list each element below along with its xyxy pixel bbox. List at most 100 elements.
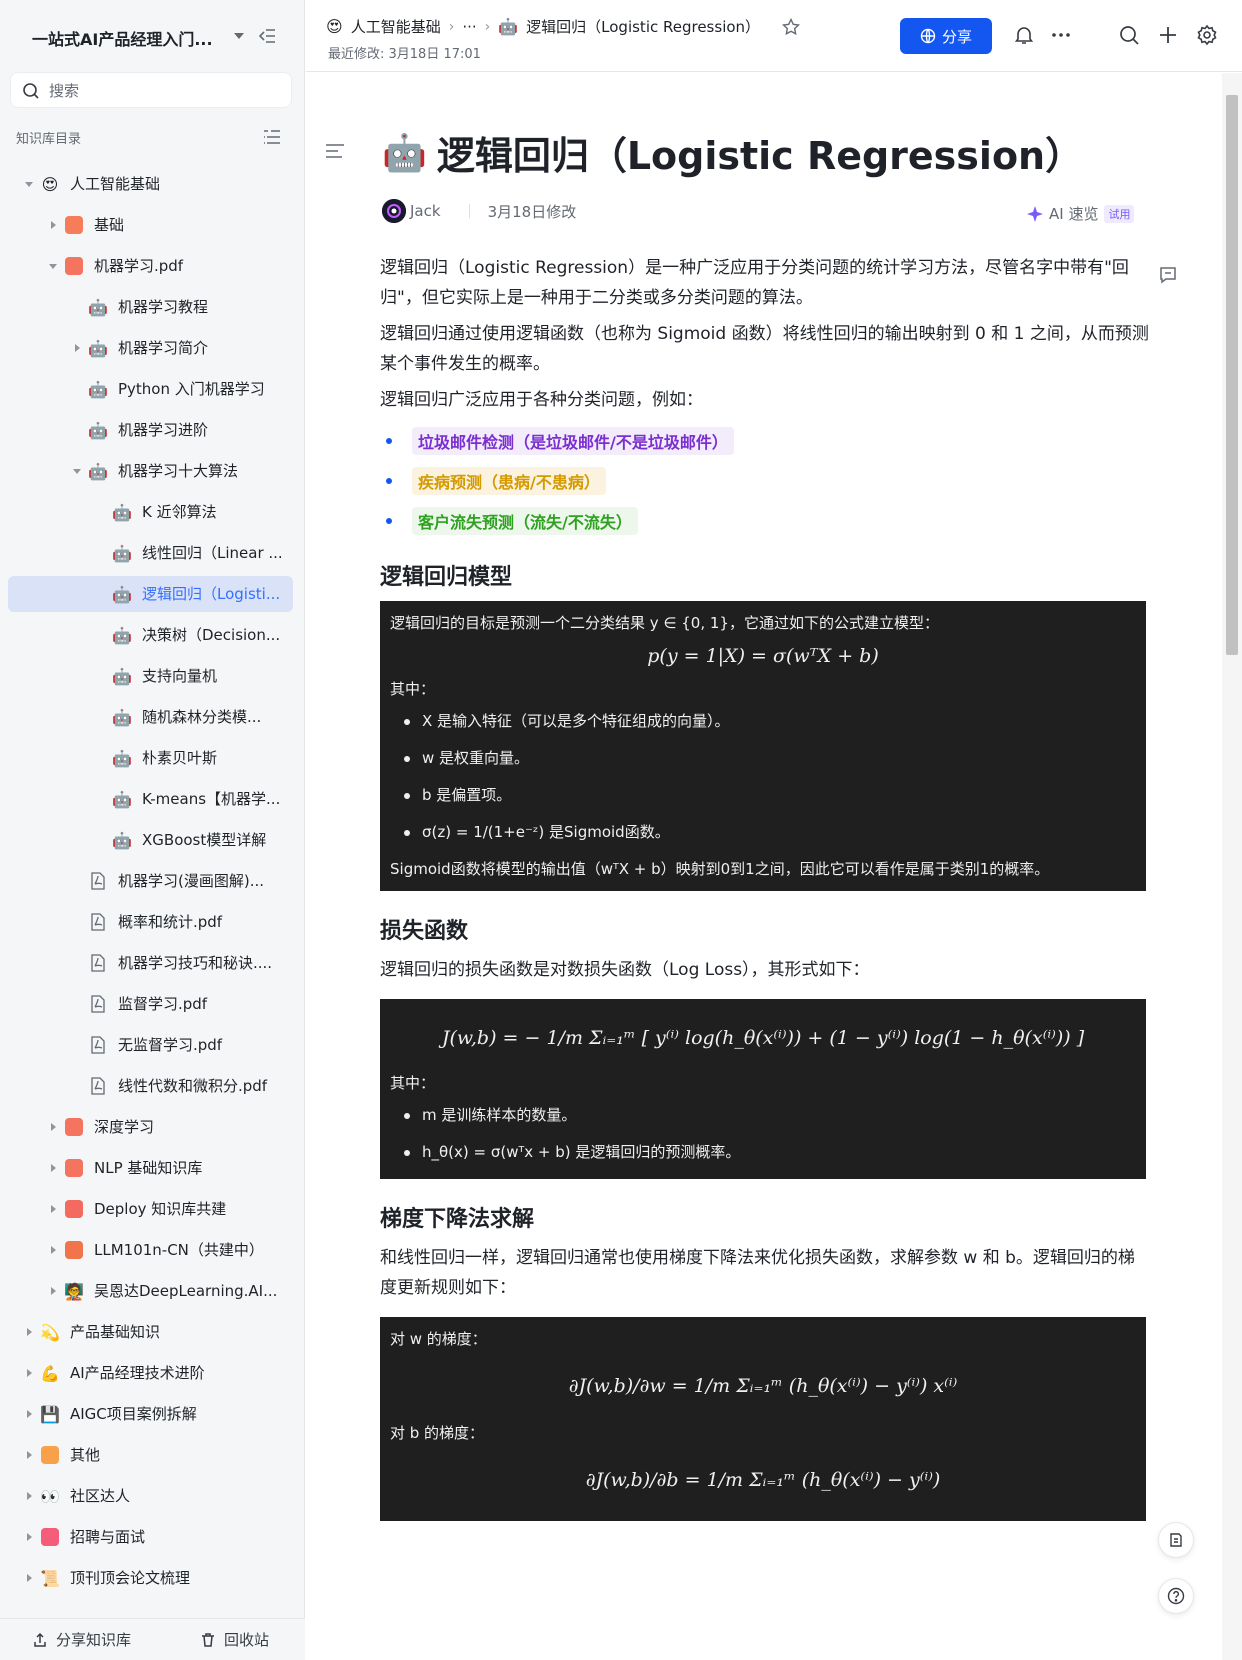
tree-item[interactable]: 🤖 决策树（Decision... bbox=[8, 617, 293, 653]
author-name[interactable]: Jack bbox=[410, 202, 441, 220]
tree-item[interactable]: Deploy 知识库共建 bbox=[8, 1191, 293, 1227]
list-item: b 是偏置项。 bbox=[398, 777, 1136, 814]
caret-right-icon[interactable] bbox=[46, 1120, 60, 1134]
knowledge-base-title[interactable]: 一站式AI产品经理入门... bbox=[32, 26, 213, 50]
tree-item[interactable]: 😍 人工智能基础 bbox=[8, 166, 293, 202]
more-icon[interactable] bbox=[1050, 24, 1072, 46]
tree-item[interactable]: 📜 顶刊顶会论文梳理 bbox=[8, 1560, 293, 1596]
gd-w-label: 对 w 的梯度： bbox=[390, 1330, 487, 1348]
collapse-sidebar-icon[interactable] bbox=[258, 26, 278, 46]
share-button[interactable]: 分享 bbox=[900, 18, 992, 54]
share-knowledge-base-label: 分享知识库 bbox=[56, 1631, 132, 1649]
paragraph: 逻辑回归广泛应用于各种分类问题，例如： bbox=[380, 390, 703, 410]
caret-down-icon[interactable] bbox=[22, 177, 36, 191]
tree-item[interactable]: 其他 bbox=[8, 1437, 293, 1473]
caret-right-icon[interactable] bbox=[46, 218, 60, 232]
book-icon bbox=[64, 256, 84, 276]
list-item: w 是权重向量。 bbox=[398, 740, 1136, 777]
caret-right-icon[interactable] bbox=[22, 1366, 36, 1380]
trash-button[interactable]: 回收站 bbox=[200, 1629, 269, 1650]
tree-item[interactable]: 🧑‍🏫 吴恩达DeepLearning.AI... bbox=[8, 1273, 293, 1309]
gear-icon[interactable] bbox=[1196, 24, 1218, 46]
comment-icon[interactable] bbox=[1158, 265, 1178, 285]
caret-down-icon[interactable] bbox=[231, 28, 247, 44]
tree-item[interactable]: 基础 bbox=[8, 207, 293, 243]
tree-item[interactable]: 🤖 Python 入门机器学习 bbox=[8, 371, 293, 407]
help-button[interactable] bbox=[1158, 1578, 1194, 1614]
breadcrumb-current[interactable]: 逻辑回归（Logistic Regression） bbox=[526, 16, 760, 37]
scrollbar[interactable] bbox=[1222, 73, 1242, 1660]
tree-item[interactable]: 🤖 机器学习教程 bbox=[8, 289, 293, 325]
tree-item[interactable]: 🤖 朴素贝叶斯 bbox=[8, 740, 293, 776]
tree-item[interactable]: 🤖 线性回归（Linear ... bbox=[8, 535, 293, 571]
caret-right-icon[interactable] bbox=[22, 1448, 36, 1462]
caret-right-icon[interactable] bbox=[70, 341, 84, 355]
caret-right-icon[interactable] bbox=[22, 1325, 36, 1339]
caret-right-icon[interactable] bbox=[22, 1571, 36, 1585]
loss-intro: 逻辑回归的损失函数是对数损失函数（Log Loss），其形式如下： bbox=[380, 960, 870, 980]
floating-doc-button[interactable] bbox=[1158, 1522, 1194, 1558]
tree-item[interactable]: 🤖 逻辑回归（Logisti... bbox=[8, 576, 293, 612]
share-icon bbox=[34, 1632, 46, 1647]
caret-right-icon[interactable] bbox=[22, 1407, 36, 1421]
caret-right-icon[interactable] bbox=[22, 1489, 36, 1503]
sparkle-icon bbox=[1027, 205, 1043, 222]
paragraph: 逻辑回归通过使用逻辑函数（也称为 Sigmoid 函数）将线性回归的输出映射到 … bbox=[380, 324, 1149, 374]
tree-item[interactable]: 🤖 K 近邻算法 bbox=[8, 494, 293, 530]
tree-item[interactable]: 👀 社区达人 bbox=[8, 1478, 293, 1514]
table-of-contents-icon[interactable] bbox=[324, 141, 346, 161]
tree-item[interactable]: 机器学习技巧和秘诀.... bbox=[8, 945, 293, 981]
robot-icon: 🤖 bbox=[112, 789, 132, 809]
tree-item[interactable]: 监督学习.pdf bbox=[8, 986, 293, 1022]
tree-item[interactable]: 🤖 支持向量机 bbox=[8, 658, 293, 694]
tree-item[interactable]: 机器学习(漫画图解)... bbox=[8, 863, 293, 899]
chevron-right-icon: › bbox=[484, 18, 491, 35]
tree-item[interactable]: 💾 AIGC项目案例拆解 bbox=[8, 1396, 293, 1432]
page-title-text: 逻辑回归（Logistic Regression） bbox=[436, 134, 1084, 178]
breadcrumb-root[interactable]: 人工智能基础 bbox=[351, 16, 441, 37]
tree-item[interactable]: 无监督学习.pdf bbox=[8, 1027, 293, 1063]
screen-icon bbox=[64, 1240, 84, 1260]
tree-item[interactable]: 🤖 K-means【机器学... bbox=[8, 781, 293, 817]
caret-right-icon[interactable] bbox=[46, 1243, 60, 1257]
pdf-icon bbox=[88, 871, 108, 891]
avatar[interactable] bbox=[382, 199, 406, 223]
tree-item[interactable]: 💪 AI产品经理技术进阶 bbox=[8, 1355, 293, 1391]
robot-icon: 🤖 bbox=[112, 625, 132, 645]
bell-icon[interactable] bbox=[1013, 24, 1035, 46]
tree-item[interactable]: 深度学习 bbox=[8, 1109, 293, 1145]
caret-right-icon[interactable] bbox=[22, 1530, 36, 1544]
caret-right-icon[interactable] bbox=[46, 1161, 60, 1175]
tree-item[interactable]: 招聘与面试 bbox=[8, 1519, 293, 1555]
outline-icon[interactable] bbox=[262, 128, 282, 146]
caret-right-icon[interactable] bbox=[46, 1202, 60, 1216]
gradient-block: 对 w 的梯度： ∂J(w,b)/∂w = 1/m Σᵢ₌₁ᵐ (h_θ(x⁽ⁱ… bbox=[380, 1317, 1146, 1521]
tree-item[interactable]: 线性代数和微积分.pdf bbox=[8, 1068, 293, 1104]
star-icon[interactable] bbox=[782, 17, 801, 36]
caret-down-icon[interactable] bbox=[46, 259, 60, 273]
ai-summary-button[interactable]: AI 速览 试用 bbox=[1027, 203, 1135, 224]
search-icon[interactable] bbox=[1118, 24, 1140, 46]
grid-icon bbox=[64, 215, 84, 235]
share-knowledge-base-button[interactable]: 分享知识库 bbox=[32, 1629, 131, 1650]
search-input[interactable] bbox=[49, 80, 279, 102]
caret-right-icon[interactable] bbox=[46, 1284, 60, 1298]
tree-item[interactable]: 机器学习.pdf bbox=[8, 248, 293, 284]
model-block: 逻辑回归的目标是预测一个二分类结果 y ∈ {0, 1}，它通过如下的公式建立模… bbox=[380, 601, 1146, 891]
breadcrumb-more[interactable]: ··· bbox=[462, 18, 476, 36]
tree-item[interactable]: LLM101n-CN（共建中） bbox=[8, 1232, 293, 1268]
tree-item[interactable]: NLP 基础知识库 bbox=[8, 1150, 293, 1186]
tree-item[interactable]: 🤖 机器学习十大算法 bbox=[8, 453, 293, 489]
tree-item[interactable]: 🤖 机器学习进阶 bbox=[8, 412, 293, 448]
caret-down-icon[interactable] bbox=[70, 464, 84, 478]
tree-item-label: XGBoost模型详解 bbox=[142, 831, 267, 849]
robot-icon: 🤖 bbox=[112, 830, 132, 850]
plus-icon[interactable] bbox=[1157, 24, 1179, 46]
scrollbar-thumb[interactable] bbox=[1226, 95, 1238, 655]
tree-item[interactable]: 概率和统计.pdf bbox=[8, 904, 293, 940]
tree-item[interactable]: 🤖 XGBoost模型详解 bbox=[8, 822, 293, 858]
tree-item[interactable]: 🤖 随机森林分类模... bbox=[8, 699, 293, 735]
tree-item[interactable]: 💫 产品基础知识 bbox=[8, 1314, 293, 1350]
sidebar-search[interactable] bbox=[10, 72, 292, 108]
tree-item[interactable]: 🤖 机器学习简介 bbox=[8, 330, 293, 366]
